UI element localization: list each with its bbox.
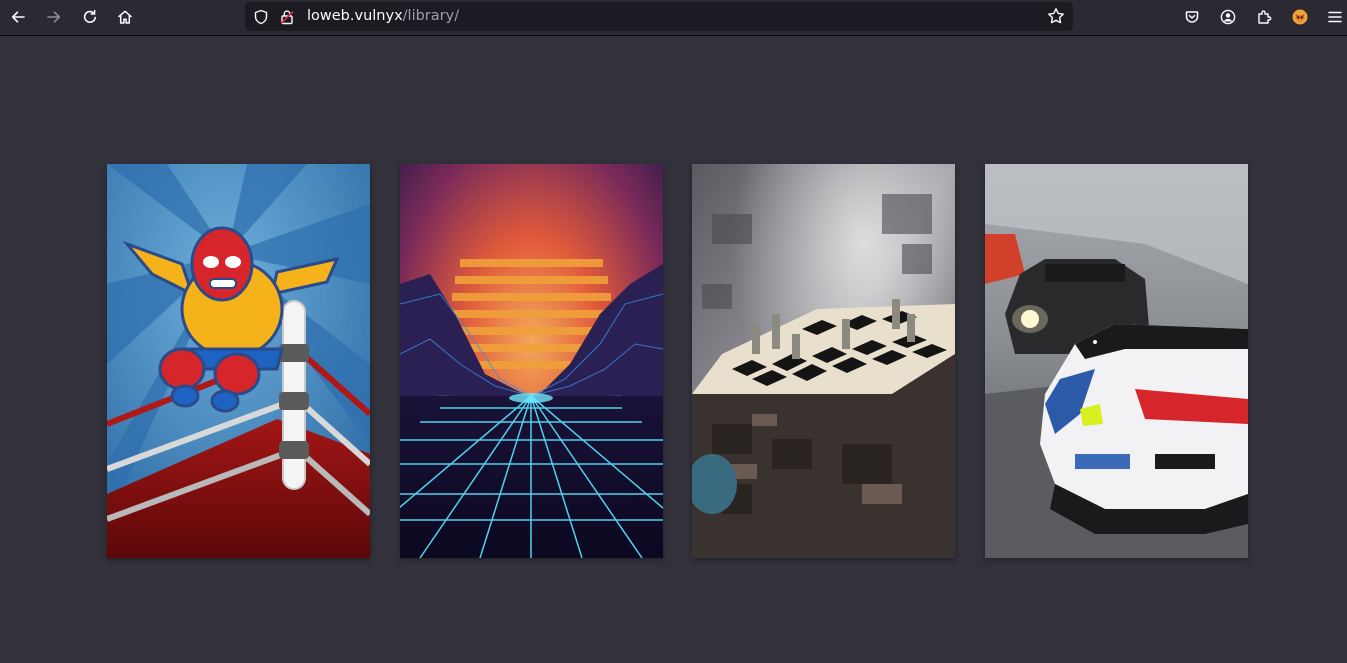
url-bar[interactable]: loweb.vulnyx/library/ [245, 2, 1073, 31]
browser-toolbar: loweb.vulnyx/library/ [0, 0, 1347, 36]
account-icon[interactable] [1214, 4, 1242, 30]
url-path: /library/ [402, 8, 460, 24]
star-icon[interactable] [1047, 7, 1065, 29]
image-gallery [107, 164, 1248, 558]
insecure-lock-icon[interactable] [278, 8, 296, 26]
fractal-chess-image[interactable] [692, 164, 955, 558]
shield-icon[interactable] [252, 8, 270, 26]
url-text[interactable]: loweb.vulnyx/library/ [307, 7, 459, 26]
arrow-right-icon[interactable] [40, 4, 68, 30]
arrow-left-icon[interactable] [4, 4, 32, 30]
home-icon[interactable] [111, 4, 139, 30]
race-cars-image[interactable] [985, 164, 1248, 558]
reload-icon[interactable] [76, 4, 104, 30]
fox-extension-icon[interactable] [1286, 4, 1314, 30]
puzzle-icon[interactable] [1250, 4, 1278, 30]
synthwave-landscape-image[interactable] [400, 164, 663, 558]
pocket-icon[interactable] [1178, 4, 1206, 30]
luchador-wrestler-image[interactable] [107, 164, 370, 558]
url-host: loweb.vulnyx [307, 8, 403, 24]
hamburger-menu-icon[interactable] [1321, 4, 1347, 30]
